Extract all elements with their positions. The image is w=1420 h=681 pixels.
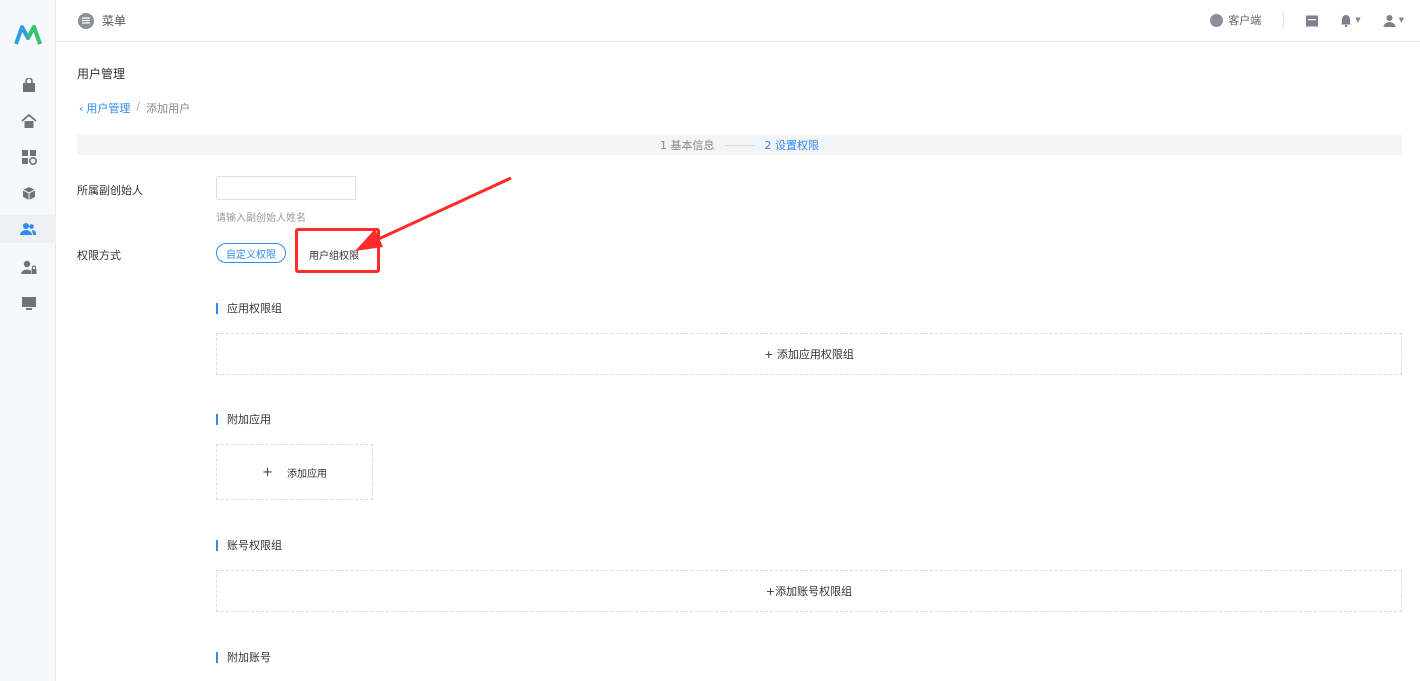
home-icon <box>21 113 37 128</box>
owner-label: 所属副创始人 <box>77 184 143 197</box>
sidebar <box>0 0 56 681</box>
step-connector <box>724 144 755 146</box>
add-app-group-label: + 添加应用权限组 <box>764 348 854 361</box>
owner-input[interactable] <box>216 176 356 200</box>
add-app-button[interactable]: + 添加应用 <box>216 444 373 500</box>
add-app-group-button[interactable]: + 添加应用权限组 <box>216 333 1402 375</box>
sidebar-item-package[interactable] <box>18 182 40 204</box>
client-button[interactable]: 客户端 <box>1210 12 1285 28</box>
calendar-icon <box>1306 15 1319 26</box>
sidebar-item-monitor[interactable] <box>18 292 40 314</box>
calendar-button[interactable] <box>1306 14 1319 27</box>
sidebar-item-home[interactable] <box>18 110 40 132</box>
user-group-permission-button[interactable]: 用户组权限 <box>309 247 359 262</box>
step-basic-info[interactable]: 1 基本信息 <box>660 137 715 153</box>
breadcrumb-separator: / <box>136 100 141 113</box>
chevron-down-icon: ▼ <box>1398 16 1404 24</box>
top-bar: 菜单 客户端 ▼ ▼ <box>56 0 1420 42</box>
plus-icon: + <box>262 464 273 480</box>
custom-permission-button[interactable]: 自定义权限 <box>216 243 286 263</box>
add-account-group-label: +添加账号权限组 <box>765 585 853 598</box>
add-app-label: 添加应用 <box>286 468 327 480</box>
users-icon <box>20 223 36 235</box>
client-label: 客户端 <box>1228 14 1262 27</box>
logo-icon[interactable] <box>14 24 42 46</box>
extra-app-title: 附加应用 <box>216 414 271 425</box>
page-title: 用户管理 <box>77 67 126 81</box>
bag-icon <box>23 77 35 92</box>
globe-icon <box>1210 13 1224 27</box>
account-group-title: 账号权限组 <box>216 540 282 551</box>
owner-hint: 请输入副创始人姓名 <box>216 213 306 224</box>
breadcrumb: ‹ 用户管理 / 添加用户 <box>79 100 190 116</box>
breadcrumb-back-link[interactable]: ‹ 用户管理 <box>79 100 130 116</box>
chevron-down-icon: ▼ <box>1355 16 1361 24</box>
menu-icon <box>78 12 94 29</box>
user-icon <box>1383 14 1396 27</box>
extra-account-title: 附加账号 <box>216 652 271 663</box>
sidebar-item-bag[interactable] <box>18 74 40 96</box>
breadcrumb-current: 添加用户 <box>146 102 191 115</box>
sidebar-item-user-lock[interactable] <box>18 256 40 278</box>
user-lock-icon <box>21 260 37 274</box>
mode-label: 权限方式 <box>77 249 121 262</box>
package-icon <box>22 186 35 200</box>
user-menu-button[interactable]: ▼ <box>1383 14 1404 27</box>
apps-icon <box>21 149 37 165</box>
chevron-left-icon: ‹ <box>79 101 84 115</box>
breadcrumb-back-label: 用户管理 <box>86 102 131 115</box>
top-right-tools: 客户端 ▼ ▼ <box>1210 12 1404 28</box>
app-group-title: 应用权限组 <box>216 303 282 314</box>
sidebar-item-users[interactable] <box>0 215 56 243</box>
menu-label: 菜单 <box>102 14 127 28</box>
sidebar-item-apps[interactable] <box>18 146 40 168</box>
steps-bar: 1 基本信息 2 设置权限 <box>77 135 1402 155</box>
step-set-permissions[interactable]: 2 设置权限 <box>765 137 820 153</box>
bell-icon <box>1341 14 1352 27</box>
add-account-group-button[interactable]: +添加账号权限组 <box>216 570 1402 612</box>
notification-button[interactable]: ▼ <box>1340 14 1361 27</box>
menu-button[interactable]: 菜单 <box>78 12 126 29</box>
monitor-icon <box>22 296 36 310</box>
